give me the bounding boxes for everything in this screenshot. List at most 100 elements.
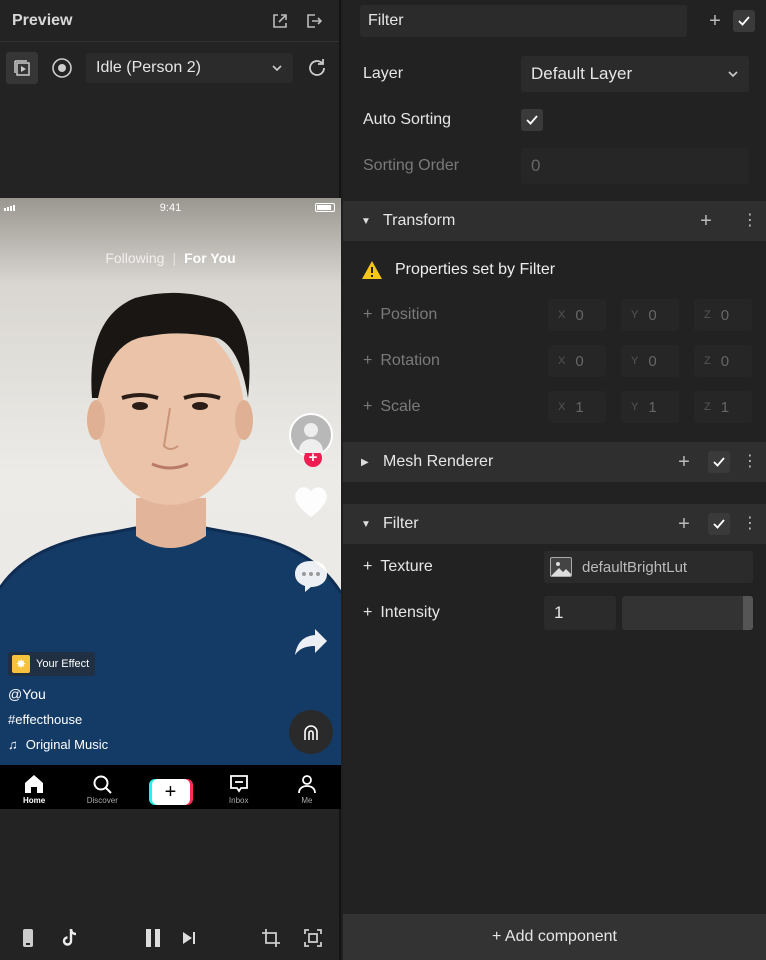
texture-label: + Texture xyxy=(363,558,544,576)
tab-for-you[interactable]: For You xyxy=(184,250,236,266)
object-enabled-checkbox[interactable] xyxy=(733,10,755,32)
video-preview-button[interactable] xyxy=(6,52,38,84)
mesh-renderer-title: Mesh Renderer xyxy=(383,453,494,470)
tiktok-icon[interactable] xyxy=(56,924,84,952)
comment-icon[interactable] xyxy=(289,555,333,595)
add-icon[interactable]: + xyxy=(672,513,696,536)
sorting-order-input[interactable]: 0 xyxy=(521,148,749,184)
music-disc-icon[interactable] xyxy=(289,710,333,754)
transform-section-header[interactable]: ▼ Transform + ⋮ xyxy=(343,201,766,241)
collapse-triangle-icon[interactable]: ▼ xyxy=(361,519,375,530)
tab-me-label: Me xyxy=(301,796,313,805)
follow-plus-icon[interactable]: + xyxy=(304,449,322,467)
slider-handle[interactable] xyxy=(743,596,753,630)
tab-me[interactable]: Me xyxy=(273,765,341,809)
preview-header: Preview xyxy=(0,0,339,42)
rotation-x-field[interactable]: X0 xyxy=(548,345,606,377)
rotation-x-value: 0 xyxy=(575,352,584,370)
position-z-field[interactable]: Z0 xyxy=(694,299,752,331)
profile-icon xyxy=(298,775,316,794)
tab-home[interactable]: Home xyxy=(0,765,68,809)
expand-triangle-icon[interactable]: ▶ xyxy=(361,457,375,468)
rotation-y-field[interactable]: Y0 xyxy=(621,345,679,377)
rotation-z-value: 0 xyxy=(720,352,730,370)
phone-preview[interactable]: 9:41 Following | For You + ✸ Your Effect… xyxy=(0,198,341,809)
position-y-field[interactable]: Y0 xyxy=(621,299,679,331)
filter-enabled-checkbox[interactable] xyxy=(708,513,730,535)
refresh-button[interactable] xyxy=(301,52,333,84)
heart-icon[interactable] xyxy=(289,481,333,521)
transform-title: Transform xyxy=(383,212,456,229)
position-text: Position xyxy=(380,306,438,323)
scale-text: Scale xyxy=(380,398,421,415)
texture-text: Texture xyxy=(380,558,433,575)
collapse-triangle-icon[interactable]: ▼ xyxy=(361,216,375,227)
position-label: + Position xyxy=(363,306,548,324)
scale-y-field[interactable]: Y1 xyxy=(621,391,679,423)
mesh-renderer-enabled-checkbox[interactable] xyxy=(708,451,730,473)
tab-inbox[interactable]: Inbox xyxy=(205,765,273,809)
more-options-icon[interactable]: ⋮ xyxy=(742,454,758,470)
sorting-order-row: Sorting Order 0 xyxy=(343,143,766,189)
layer-row: Layer Default Layer xyxy=(343,51,766,97)
checkmark-icon xyxy=(713,457,725,467)
filter-section-header[interactable]: ▼ Filter + ⋮ xyxy=(343,504,766,544)
record-button[interactable] xyxy=(46,52,78,84)
preview-subject-dropdown[interactable]: Idle (Person 2) xyxy=(86,53,293,83)
warning-text: Properties set by Filter xyxy=(395,261,556,278)
layer-dropdown[interactable]: Default Layer xyxy=(521,56,749,92)
expand-plus-icon[interactable]: + xyxy=(363,398,372,416)
auto-sorting-checkbox[interactable] xyxy=(521,109,543,131)
auto-sorting-row: Auto Sorting xyxy=(343,97,766,143)
create-plus-icon[interactable]: + xyxy=(151,779,190,805)
more-options-icon[interactable]: ⋮ xyxy=(742,213,758,229)
axis-y-label: Y xyxy=(631,355,639,367)
username[interactable]: @You xyxy=(8,686,46,702)
crop-icon[interactable] xyxy=(257,924,285,952)
device-icon[interactable] xyxy=(14,924,42,952)
checkmark-icon xyxy=(713,519,725,529)
step-forward-icon[interactable] xyxy=(175,924,203,952)
intensity-input[interactable]: 1 xyxy=(544,596,616,630)
texture-asset-field[interactable]: defaultBrightLut xyxy=(544,551,753,583)
sparkle-icon: ✸ xyxy=(12,655,30,673)
mesh-renderer-section-header[interactable]: ▶ Mesh Renderer + ⋮ xyxy=(343,442,766,482)
preview-toolbar: Idle (Person 2) xyxy=(0,42,339,94)
share-icon[interactable] xyxy=(289,621,333,661)
tab-following[interactable]: Following xyxy=(105,250,164,266)
expand-plus-icon[interactable]: + xyxy=(363,306,372,324)
intensity-slider[interactable] xyxy=(622,596,753,630)
hashtag[interactable]: #effecthouse xyxy=(8,712,82,727)
scale-x-field[interactable]: X1 xyxy=(548,391,606,423)
add-icon[interactable]: + xyxy=(705,10,725,33)
add-component-button[interactable]: + Add component xyxy=(343,914,766,960)
tab-discover[interactable]: Discover xyxy=(68,765,136,809)
preview-title: Preview xyxy=(12,11,73,29)
add-icon[interactable]: + xyxy=(694,210,718,233)
position-x-field[interactable]: X0 xyxy=(548,299,606,331)
add-icon[interactable]: + xyxy=(672,451,696,474)
more-options-icon[interactable]: ⋮ xyxy=(742,516,758,532)
axis-x-label: X xyxy=(558,309,566,321)
axis-z-label: Z xyxy=(704,309,711,321)
scale-z-field[interactable]: Z1 xyxy=(694,391,752,423)
expand-plus-icon[interactable]: + xyxy=(363,352,372,370)
fit-screen-icon[interactable] xyxy=(299,924,327,952)
tab-create[interactable]: + xyxy=(136,765,204,809)
checkmark-icon xyxy=(738,16,750,26)
pop-out-icon[interactable] xyxy=(267,8,293,34)
feed-tabs: Following | For You xyxy=(0,250,341,266)
rotation-label: + Rotation xyxy=(363,352,548,370)
tab-separator: | xyxy=(172,250,177,266)
effect-chip[interactable]: ✸ Your Effect xyxy=(8,652,96,676)
object-name-input[interactable] xyxy=(360,5,687,37)
avatar[interactable]: + xyxy=(289,413,333,467)
exit-icon[interactable] xyxy=(301,8,327,34)
scale-x-value: 1 xyxy=(575,398,584,416)
pause-icon[interactable] xyxy=(139,924,167,952)
music-info[interactable]: ♫ Original Music xyxy=(8,737,108,752)
expand-plus-icon[interactable]: + xyxy=(363,604,372,622)
scale-row: + Scale X1 Y1 Z1 xyxy=(343,384,766,430)
expand-plus-icon[interactable]: + xyxy=(363,558,372,576)
rotation-z-field[interactable]: Z0 xyxy=(694,345,752,377)
